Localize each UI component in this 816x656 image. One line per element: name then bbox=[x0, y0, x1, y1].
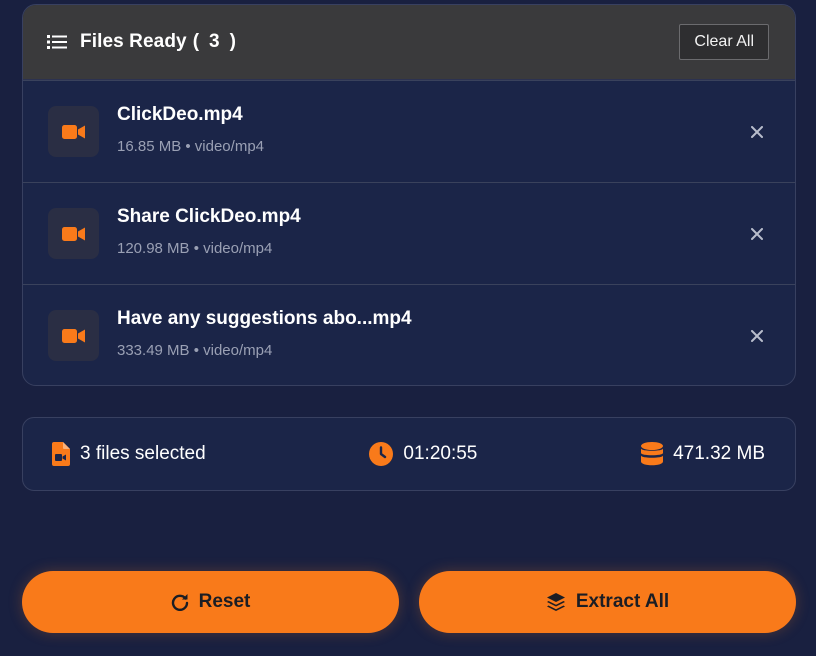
video-camera-icon bbox=[61, 226, 85, 241]
duration-text: 01:20:55 bbox=[403, 443, 478, 464]
stat-duration: 01:20:55 bbox=[369, 442, 477, 466]
stat-files-selected: 3 files selected bbox=[52, 442, 206, 466]
extract-all-button[interactable]: Extract All bbox=[419, 571, 796, 633]
file-video-icon bbox=[52, 442, 70, 466]
total-size-text: 471.32 MB bbox=[673, 443, 765, 464]
file-info: ClickDeo.mp4 16.85 MB • video/mp4 bbox=[117, 104, 264, 155]
file-thumb bbox=[48, 208, 99, 259]
file-meta: 16.85 MB • video/mp4 bbox=[117, 138, 264, 155]
close-icon bbox=[751, 227, 763, 240]
file-meta: 333.49 MB • video/mp4 bbox=[117, 342, 273, 359]
file-info: Share ClickDeo.mp4 120.98 MB • video/mp4 bbox=[117, 206, 301, 257]
file-thumb bbox=[48, 106, 99, 157]
summary-bar: 3 files selected 01:20:55 471.32 MB bbox=[22, 417, 796, 491]
close-icon bbox=[751, 329, 763, 342]
file-name: ClickDeo.mp4 bbox=[117, 104, 243, 125]
remove-file-button[interactable] bbox=[749, 328, 765, 344]
files-panel: Files Ready ( 3 ) Clear All ClickDeo.mp4… bbox=[22, 4, 796, 386]
header-title-group: Files Ready ( 3 ) bbox=[47, 31, 236, 53]
remove-file-button[interactable] bbox=[749, 124, 765, 140]
files-count: 3 bbox=[209, 31, 220, 52]
file-row: Share ClickDeo.mp4 120.98 MB • video/mp4 bbox=[23, 182, 795, 284]
reset-label: Reset bbox=[198, 591, 251, 612]
database-icon bbox=[641, 442, 664, 466]
redo-icon bbox=[171, 594, 188, 611]
video-camera-icon bbox=[61, 328, 85, 343]
file-name: Have any suggestions abo...mp4 bbox=[117, 308, 412, 329]
files-ready-title: Files Ready bbox=[80, 31, 187, 52]
stat-total-size: 471.32 MB bbox=[641, 442, 765, 466]
video-camera-icon bbox=[61, 124, 85, 139]
file-thumb bbox=[48, 310, 99, 361]
extract-all-label: Extract All bbox=[575, 591, 670, 612]
clock-icon bbox=[369, 442, 394, 466]
close-icon bbox=[751, 125, 763, 138]
count-paren-close: ) bbox=[229, 31, 236, 52]
layers-icon bbox=[546, 593, 565, 611]
files-selected-text: 3 files selected bbox=[80, 443, 206, 464]
file-info: Have any suggestions abo...mp4 333.49 MB… bbox=[117, 308, 412, 359]
count-paren-open: ( bbox=[192, 31, 200, 52]
file-row: ClickDeo.mp4 16.85 MB • video/mp4 bbox=[23, 80, 795, 182]
files-panel-header: Files Ready ( 3 ) Clear All bbox=[23, 5, 795, 80]
file-meta: 120.98 MB • video/mp4 bbox=[117, 240, 273, 257]
clear-all-button[interactable]: Clear All bbox=[679, 24, 769, 60]
file-row: Have any suggestions abo...mp4 333.49 MB… bbox=[23, 284, 795, 385]
remove-file-button[interactable] bbox=[749, 226, 765, 242]
reset-button[interactable]: Reset bbox=[22, 571, 399, 633]
file-name: Share ClickDeo.mp4 bbox=[117, 206, 301, 227]
list-icon bbox=[47, 35, 67, 49]
